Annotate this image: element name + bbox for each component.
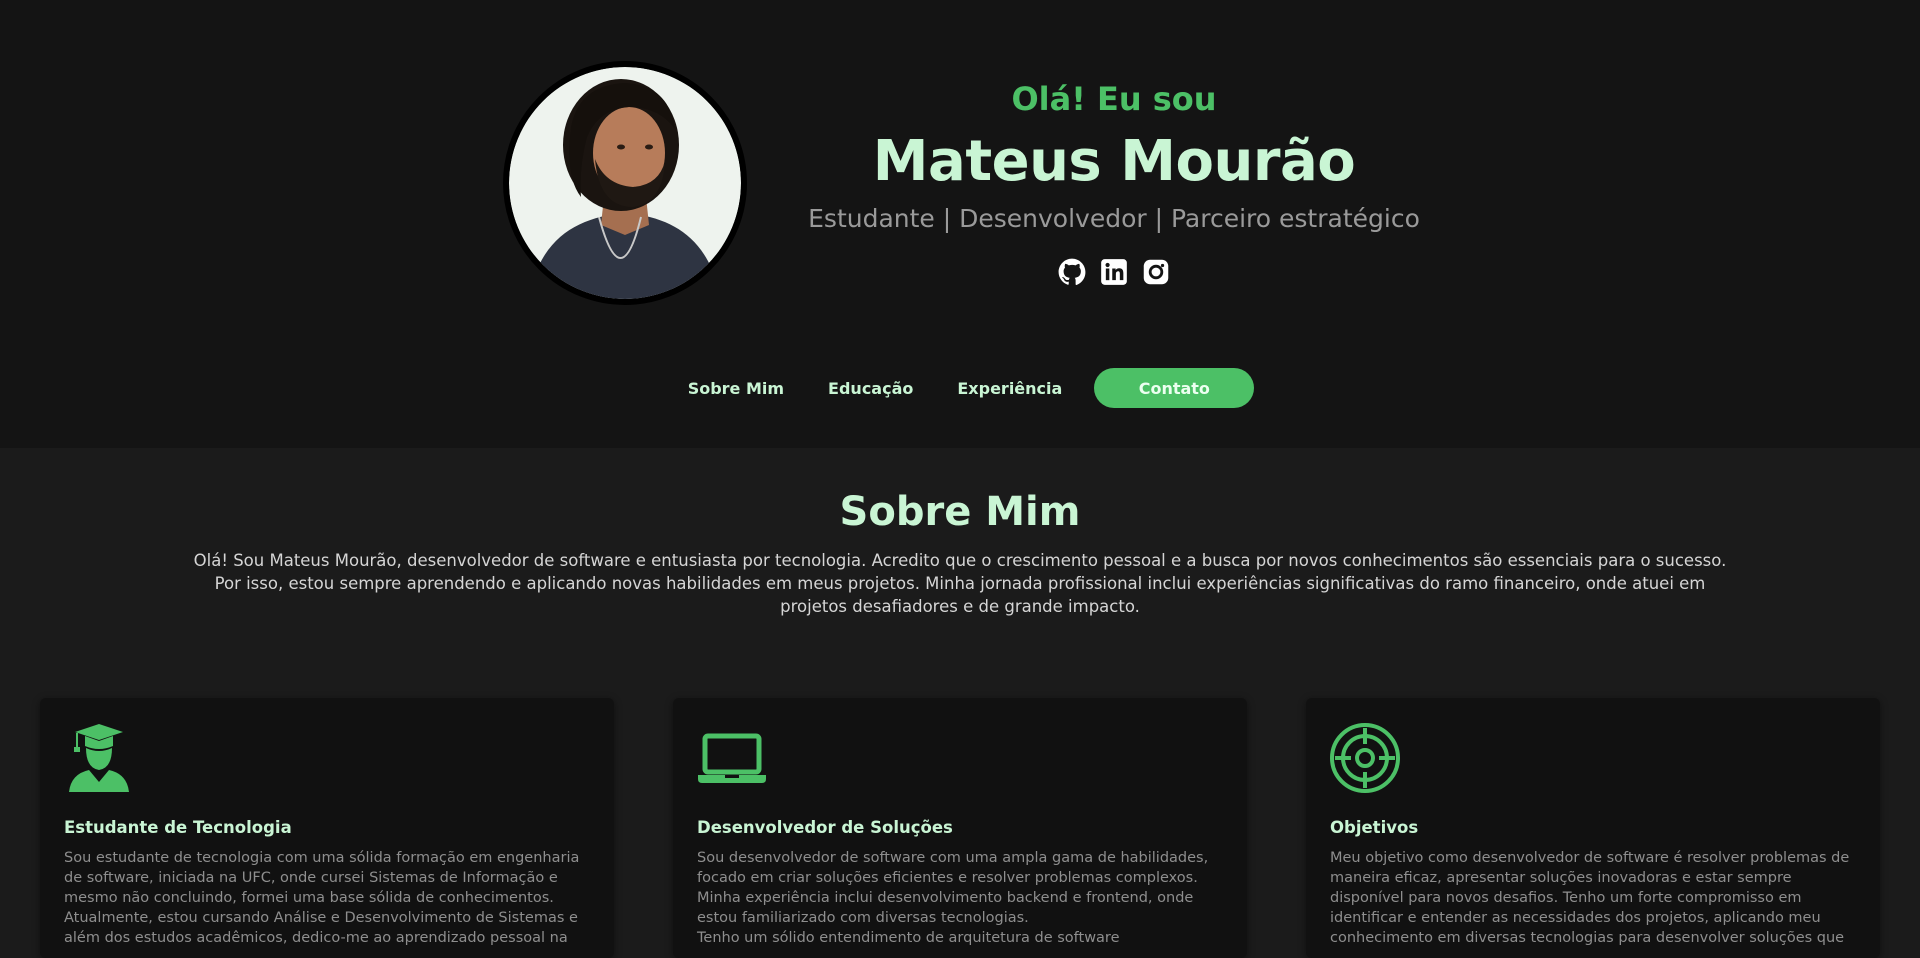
contact-button[interactable]: Contato	[1094, 368, 1255, 408]
github-link[interactable]	[1058, 258, 1086, 286]
about-title: Sobre Mim	[839, 489, 1081, 535]
graduate-icon	[69, 724, 129, 792]
card-text: Sou estudante de tecnologia com uma sóli…	[64, 850, 580, 946]
laptop-icon	[698, 733, 766, 783]
card-developer: Desenvolvedor de Soluções Sou desenvolve…	[673, 698, 1247, 958]
card-title: Objetivos	[1330, 818, 1419, 837]
about-text: Olá! Sou Mateus Mourão, desenvolvedor de…	[193, 551, 1727, 616]
card-goals: Objetivos Meu objetivo como desenvolvedo…	[1306, 698, 1880, 958]
profile-photo	[509, 67, 741, 299]
card-title: Estudante de Tecnologia	[64, 818, 292, 837]
instagram-link[interactable]	[1142, 258, 1170, 286]
github-icon	[1058, 258, 1086, 285]
social-links	[780, 258, 1448, 286]
hero-greeting: Olá! Eu sou	[1011, 80, 1217, 118]
card-text: Sou desenvolvedor de software com uma am…	[697, 850, 1209, 946]
nav-link-educacao[interactable]: Educação	[828, 379, 913, 398]
card-text: Meu objetivo como desenvolvedor de softw…	[1330, 850, 1850, 946]
hero-header: Olá! Eu sou Mateus Mourão Estudante | De…	[0, 0, 1920, 448]
nav-link-experiencia[interactable]: Experiência	[957, 379, 1062, 398]
linkedin-icon	[1101, 259, 1127, 285]
person-photo-illustration	[529, 79, 721, 299]
card-student: Estudante de Tecnologia Sou estudante de…	[40, 698, 614, 958]
hero-name: Mateus Mourão	[872, 129, 1356, 194]
profile-avatar	[503, 61, 747, 305]
nav-link-sobre-mim[interactable]: Sobre Mim	[688, 379, 784, 398]
target-icon	[1330, 723, 1400, 793]
hero-roles: Estudante | Desenvolvedor | Parceiro est…	[808, 204, 1420, 233]
about-cards: Estudante de Tecnologia Sou estudante de…	[40, 698, 1880, 958]
instagram-icon	[1143, 259, 1169, 285]
main-nav: Sobre Mim Educação Experiência Contato	[0, 368, 1920, 408]
linkedin-link[interactable]	[1100, 258, 1128, 286]
card-title: Desenvolvedor de Soluções	[697, 818, 953, 837]
hero-intro: Olá! Eu sou Mateus Mourão Estudante | De…	[780, 74, 1448, 286]
